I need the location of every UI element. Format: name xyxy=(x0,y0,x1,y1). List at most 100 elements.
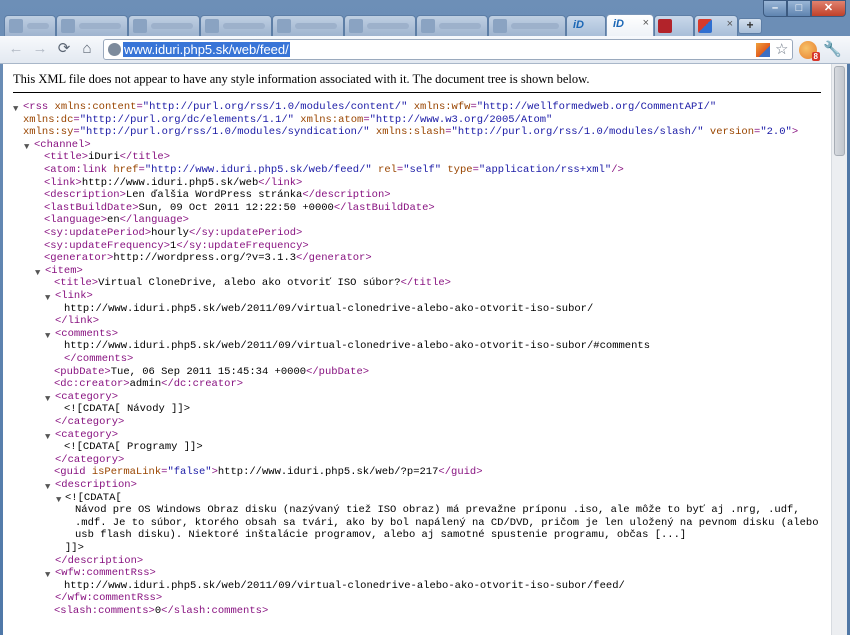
xml-line-updateperiod: <sy:updatePeriod>hourly</sy:updatePeriod… xyxy=(44,227,303,239)
tab-4[interactable] xyxy=(200,15,272,36)
tab-title-blurred xyxy=(367,23,409,29)
collapse-toggle-icon[interactable]: ▼ xyxy=(45,394,50,404)
page-content: This XML file does not appear to have an… xyxy=(3,64,831,635)
home-icon[interactable]: ⌂ xyxy=(78,40,96,58)
tab-2[interactable] xyxy=(56,15,128,36)
xml-line-link: <link>http://www.iduri.php5.sk/web</link… xyxy=(44,176,303,189)
minimize-button[interactable]: – xyxy=(763,0,787,17)
browser-toolbar: ← → ⟳ ⌂ www.iduri.php5.sk/web/feed/ ☆ 8 … xyxy=(0,36,850,64)
xml-line-commentrss-text: http://www.iduri.php5.sk/web/2011/09/vir… xyxy=(64,579,625,592)
browser-window: iD iD × × + – □ ✕ ← → ⟳ ⌂ www.iduri.php5… xyxy=(0,0,850,635)
maximize-button[interactable]: □ xyxy=(787,0,811,17)
tab-8[interactable] xyxy=(488,15,566,36)
tab-title: iD xyxy=(613,18,624,30)
collapse-toggle-icon[interactable]: ▼ xyxy=(45,432,50,442)
tab-1[interactable] xyxy=(4,15,56,36)
xml-line-cdata-close: ]]> xyxy=(65,542,84,554)
favicon-icon xyxy=(421,19,435,33)
tab-strip: iD iD × × + xyxy=(0,0,850,36)
tab-title: iD xyxy=(573,19,584,31)
scrollbar-thumb[interactable] xyxy=(834,66,845,156)
xml-line-lastbuilddate: <lastBuildDate>Sun, 09 Oct 2011 12:22:50… xyxy=(44,201,435,214)
tab-title-blurred xyxy=(79,23,121,29)
tab-7[interactable] xyxy=(416,15,488,36)
vertical-scrollbar[interactable] xyxy=(831,64,847,635)
favicon-icon xyxy=(493,19,507,33)
xml-line-comments-close: </comments> xyxy=(64,353,134,365)
tab-3[interactable] xyxy=(128,15,200,36)
collapse-toggle-icon[interactable]: ▼ xyxy=(56,495,61,505)
xml-line-channel: <channel> xyxy=(34,138,91,151)
xml-line-category1-text: <![CDATA[ Návody ]]> xyxy=(64,403,191,416)
xml-line-updatefrequency: <sy:updateFrequency>1</sy:updateFrequenc… xyxy=(44,239,309,252)
collapse-toggle-icon[interactable]: ▼ xyxy=(45,293,50,303)
xml-line-rss-3: xmlns:sy="http://purl.org/rss/1.0/module… xyxy=(23,126,799,139)
xml-line-cdata-2: .mdf. Je to súbor, ktorého obsah sa tvár… xyxy=(75,516,819,529)
forward-icon[interactable]: → xyxy=(31,40,49,58)
back-icon[interactable]: ← xyxy=(7,40,25,58)
address-bar[interactable]: www.iduri.php5.sk/web/feed/ ☆ xyxy=(103,39,793,60)
tab-title-blurred xyxy=(295,23,337,29)
tab-close-icon[interactable]: × xyxy=(727,18,733,30)
globe-icon xyxy=(108,43,121,56)
xml-line-comments-open: <comments> xyxy=(55,327,119,340)
favicon-icon xyxy=(205,19,219,33)
reload-icon[interactable]: ⟳ xyxy=(55,40,73,58)
collapse-toggle-icon[interactable]: ▼ xyxy=(45,331,50,341)
tab-6[interactable] xyxy=(344,15,416,36)
xml-line-cdata-open: <![CDATA[ xyxy=(65,491,122,504)
new-tab-button[interactable]: + xyxy=(738,18,762,34)
tab-iduri-active[interactable]: iD × xyxy=(606,14,654,36)
collapse-toggle-icon[interactable]: ▼ xyxy=(24,142,29,152)
xml-line-category2-close: </category> xyxy=(55,453,125,466)
tab-5[interactable] xyxy=(272,15,344,36)
xml-line-guid: <guid isPermaLink="false">http://www.idu… xyxy=(54,466,483,479)
xml-line-category1-open: <category> xyxy=(55,390,119,403)
tab-flash[interactable] xyxy=(654,15,694,36)
close-button[interactable]: ✕ xyxy=(811,0,846,17)
xml-line-generator: <generator>http://wordpress.org/?v=3.1.3… xyxy=(44,252,372,265)
collapse-toggle-icon[interactable]: ▼ xyxy=(13,104,18,114)
tab-web[interactable]: × xyxy=(694,15,738,36)
xml-line-pubdate: <pubDate>Tue, 06 Sep 2011 15:45:34 +0000… xyxy=(54,365,370,378)
xml-line-commentrss-open: <wfw:commentRss> xyxy=(55,567,156,580)
extension-icon[interactable]: 8 xyxy=(799,41,820,61)
favicon-icon xyxy=(349,19,363,33)
tab-title-blurred xyxy=(439,23,481,29)
xml-line-rss-2: xmlns:dc="http://purl.org/dc/elements/1.… xyxy=(23,113,553,126)
favicon-icon xyxy=(277,19,291,33)
rss-icon[interactable] xyxy=(756,43,770,57)
xml-line-atom-link: <atom:link href="http://www.iduri.php5.s… xyxy=(44,164,624,176)
tab-iduri[interactable]: iD xyxy=(566,15,606,36)
flash-favicon-icon xyxy=(658,19,672,33)
url-text[interactable]: www.iduri.php5.sk/web/feed/ xyxy=(123,42,290,57)
xml-line-category2-open: <category> xyxy=(55,428,119,441)
star-icon[interactable]: ☆ xyxy=(775,40,788,58)
xml-line-slash-comments: <slash:comments>0</slash:comments> xyxy=(54,605,269,617)
favicon-icon xyxy=(9,19,23,33)
collapse-toggle-icon[interactable]: ▼ xyxy=(35,268,40,278)
xml-line-title: <title>iDuri</title> xyxy=(44,151,171,164)
xml-line-category1-close: </category> xyxy=(55,416,125,428)
xml-notice: This XML file does not appear to have an… xyxy=(13,72,590,86)
xml-line-comments-text: http://www.iduri.php5.sk/web/2011/09/vir… xyxy=(64,340,650,353)
window-controls: – □ ✕ xyxy=(763,0,846,17)
xml-line-item: <item> xyxy=(45,264,83,277)
favicon-icon xyxy=(133,19,147,33)
xml-line-creator: <dc:creator>admin</dc:creator> xyxy=(54,378,244,391)
wrench-icon[interactable]: 🔧 xyxy=(823,41,842,59)
favicon-icon xyxy=(61,19,75,33)
tab-title-blurred xyxy=(151,23,193,29)
xml-line-item-link-open: <link> xyxy=(55,290,93,302)
collapse-toggle-icon[interactable]: ▼ xyxy=(45,570,50,580)
xml-line-commentrss-close: </wfw:commentRss> xyxy=(55,592,163,605)
xml-line-description-close: </description> xyxy=(55,554,144,567)
collapse-toggle-icon[interactable]: ▼ xyxy=(45,482,50,492)
xml-line-category2-text: <![CDATA[ Programy ]]> xyxy=(64,441,203,454)
web-favicon-icon xyxy=(698,19,712,33)
xml-line-item-title: <title>Virtual CloneDrive, alebo ako otv… xyxy=(54,277,451,290)
tab-title-blurred xyxy=(223,23,265,29)
xml-line-item-link-close: </link> xyxy=(55,315,100,328)
tab-title-blurred xyxy=(511,23,559,29)
tab-close-icon[interactable]: × xyxy=(643,17,649,29)
